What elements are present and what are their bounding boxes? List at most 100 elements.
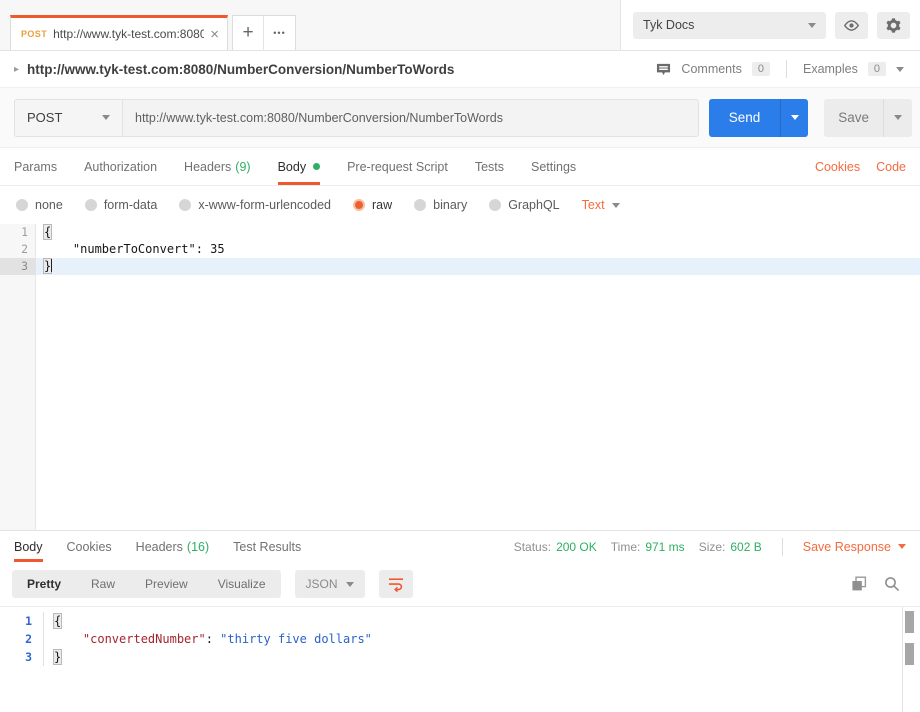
response-format-select[interactable]: JSON: [294, 570, 365, 598]
request-body-editor[interactable]: 1 { 2 "numberToConvert": 35 3 }: [0, 224, 920, 530]
response-tab-test-results[interactable]: Test Results: [233, 531, 301, 562]
tab-tests[interactable]: Tests: [475, 148, 504, 185]
scrollbar-thumb[interactable]: [905, 643, 914, 665]
raw-format-select[interactable]: Text: [582, 198, 620, 212]
text-cursor: [51, 259, 53, 272]
environment-quick-look-button[interactable]: [835, 11, 868, 39]
tab-method-label: POST: [21, 29, 48, 39]
tab-label: Params: [14, 159, 58, 174]
view-raw[interactable]: Raw: [76, 570, 130, 598]
editor-line: 3 }: [0, 648, 920, 666]
code-text: {: [36, 224, 920, 241]
code-text: }: [36, 258, 920, 275]
bracket: {: [44, 225, 52, 239]
examples-button[interactable]: Examples: [803, 62, 858, 76]
chevron-down-icon: [894, 115, 902, 120]
send-options-button[interactable]: [780, 98, 808, 137]
chevron-down-icon: [611, 202, 620, 208]
size-meta: Size: 602 B: [699, 540, 762, 554]
view-pretty[interactable]: Pretty: [12, 570, 76, 598]
close-tab-icon[interactable]: ×: [210, 27, 219, 42]
editor-line: 2 "convertedNumber": "thirty five dollar…: [0, 630, 920, 648]
comments-icon: [657, 63, 671, 75]
body-type-x-www-form-urlencoded[interactable]: x-www-form-urlencoded: [179, 198, 331, 212]
tab-body[interactable]: Body: [278, 148, 321, 185]
tab-label: Headers: [184, 159, 232, 174]
response-tab-body[interactable]: Body: [14, 531, 43, 562]
radio-icon: [414, 199, 427, 211]
divider: [785, 60, 787, 78]
tab-label: Body: [277, 159, 307, 174]
radio-icon: [84, 199, 97, 211]
line-number: 3: [0, 648, 44, 666]
response-tab-headers[interactable]: Headers (16): [136, 531, 209, 562]
title-row-actions: Comments 0 Examples 0: [656, 60, 904, 78]
save-response-button[interactable]: Save Response: [803, 540, 906, 554]
json-string-value: "thirty five dollars": [220, 632, 372, 646]
response-tab-cookies[interactable]: Cookies: [67, 531, 112, 562]
method-select[interactable]: POST: [14, 98, 122, 137]
save-options-button[interactable]: [883, 98, 912, 137]
environment-area: Tyk Docs: [620, 0, 920, 50]
tab-label: Body: [14, 539, 43, 554]
tab-pre-request-script[interactable]: Pre-request Script: [347, 148, 448, 185]
response-tabs-bar: Body Cookies Headers (16) Test Results S…: [0, 530, 920, 562]
gear-icon: [886, 17, 901, 33]
body-type-binary[interactable]: binary: [414, 198, 467, 212]
view-visualize[interactable]: Visualize: [203, 570, 281, 598]
radio-label: none: [35, 198, 63, 212]
environment-select[interactable]: Tyk Docs: [633, 11, 826, 39]
line-number: 1: [21, 225, 28, 239]
header-bar: POST http://www.tyk-test.com:8080... × +…: [0, 0, 920, 51]
new-tab-button[interactable]: +: [233, 16, 264, 50]
view-preview[interactable]: Preview: [130, 570, 203, 598]
chevron-down-icon: [898, 544, 906, 549]
body-type-graphql[interactable]: GraphQL: [489, 198, 560, 212]
word-wrap-icon: [388, 577, 403, 592]
body-type-raw[interactable]: raw: [353, 198, 392, 212]
tab-settings[interactable]: Settings: [531, 148, 576, 185]
comments-button[interactable]: Comments: [681, 62, 741, 76]
postman-app: POST http://www.tyk-test.com:8080... × +…: [0, 0, 920, 712]
url-input[interactable]: http://www.tyk-test.com:8080/NumberConve…: [122, 98, 699, 137]
comments-count-badge: 0: [751, 62, 770, 76]
method-value: POST: [27, 110, 63, 125]
chevron-down-icon: [808, 22, 816, 28]
examples-count-badge: 0: [867, 62, 886, 76]
radio-label: binary: [433, 198, 468, 212]
more-tabs-button[interactable]: •••: [264, 16, 295, 50]
scrollbar-thumb[interactable]: [905, 611, 914, 633]
chevron-down-icon[interactable]: [896, 66, 904, 72]
tab-label: Tests: [474, 159, 504, 174]
request-tab[interactable]: POST http://www.tyk-test.com:8080... ×: [10, 15, 228, 50]
request-links: Cookies Code: [815, 148, 906, 185]
tab-actions: + •••: [232, 15, 296, 50]
send-button[interactable]: Send: [709, 99, 781, 137]
environment-settings-button[interactable]: [877, 11, 910, 39]
body-type-none[interactable]: none: [16, 198, 63, 212]
line-number: 2: [0, 630, 44, 648]
search-icon[interactable]: [884, 576, 900, 592]
environment-name: Tyk Docs: [643, 18, 695, 32]
tab-headers[interactable]: Headers (9): [184, 148, 251, 185]
body-type-form-data[interactable]: form-data: [84, 198, 157, 212]
response-body-editor[interactable]: 1 { 2 "convertedNumber": "thirty five do…: [0, 606, 920, 712]
code-link[interactable]: Code: [876, 160, 906, 174]
chevron-down-icon: [790, 115, 799, 120]
wrap-lines-button[interactable]: [378, 570, 413, 598]
status-value: 200 OK: [556, 539, 597, 554]
bracket: }: [44, 259, 52, 273]
copy-icon[interactable]: [851, 576, 867, 592]
divider: [781, 537, 783, 556]
tab-authorization[interactable]: Authorization: [84, 148, 157, 185]
send-button-group: Send: [708, 98, 809, 137]
tab-title: http://www.tyk-test.com:8080...: [53, 27, 205, 41]
body-present-dot: [313, 163, 321, 170]
disclosure-triangle-icon[interactable]: ▸: [14, 64, 19, 75]
json-key: "convertedNumber": [54, 632, 206, 646]
tab-strip: POST http://www.tyk-test.com:8080... × +…: [0, 0, 620, 50]
save-button[interactable]: Save: [824, 99, 883, 137]
radio-label: raw: [372, 198, 393, 212]
cookies-link[interactable]: Cookies: [815, 160, 860, 174]
tab-params[interactable]: Params: [14, 148, 57, 185]
